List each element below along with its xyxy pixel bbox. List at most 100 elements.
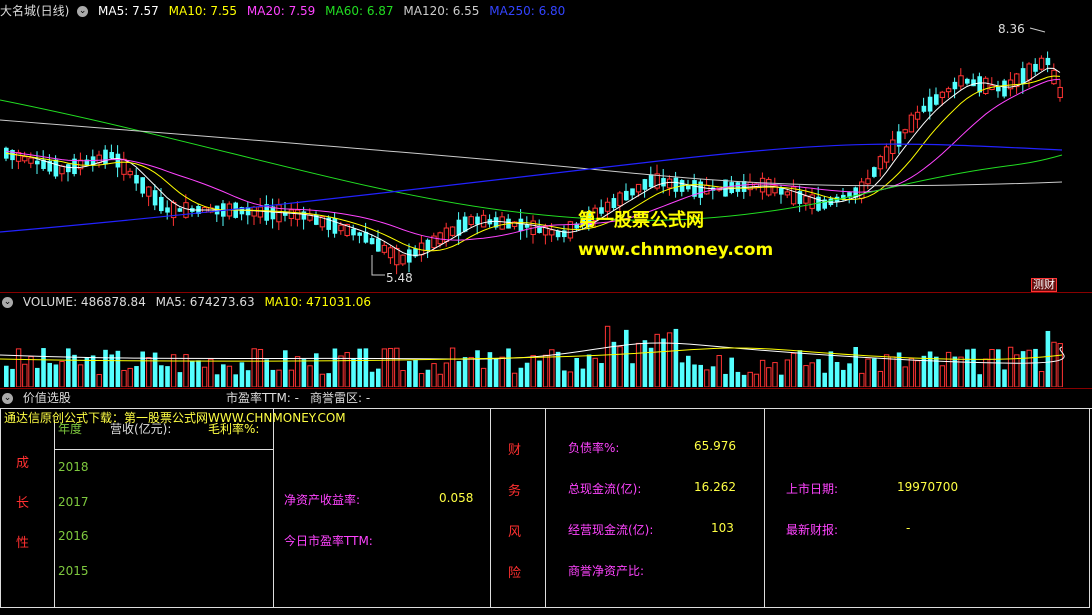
volume-bar: [208, 358, 214, 387]
growth-char: 长: [16, 496, 30, 511]
margin-column-header: 毛利率%:: [208, 422, 260, 436]
volume-bar: [177, 372, 183, 387]
collapse-icon[interactable]: ⌄: [77, 6, 89, 17]
volume-bar: [952, 356, 958, 387]
volume-bar: [580, 368, 586, 387]
volume-bar: [562, 370, 567, 387]
volume-bar: [989, 349, 995, 387]
volume-bar: [524, 362, 530, 387]
candle-body: [927, 96, 933, 112]
volume-bar: [635, 342, 642, 387]
candle-body: [624, 190, 629, 201]
ma250-readout: MA250: 6.80: [489, 4, 566, 18]
finance-badge[interactable]: 测财: [1031, 278, 1057, 292]
collapse-icon[interactable]: ⌄: [2, 297, 13, 308]
volume-bar: [109, 354, 114, 387]
volume-bar: [96, 374, 102, 387]
candle-body: [803, 195, 809, 204]
volume-bar: [747, 371, 753, 387]
volume-bar: [165, 366, 170, 387]
year-2015: 2015: [58, 564, 89, 578]
volume-bar: [226, 365, 233, 387]
candle-body: [165, 207, 170, 213]
volume-bar: [729, 357, 734, 387]
candle-body: [53, 159, 59, 177]
volume-bar: [828, 351, 834, 387]
volume-bar: [480, 367, 487, 387]
volume-bar: [443, 362, 450, 387]
volume-bar: [902, 366, 908, 387]
vol-ma10-readout: MA10: 471031.06: [264, 295, 372, 309]
volume-bar: [418, 373, 425, 387]
candle-body: [666, 178, 673, 189]
candlestick-chart[interactable]: [0, 20, 1092, 292]
volume-bar: [394, 347, 400, 387]
volume-bar: [666, 332, 673, 387]
table-border: [545, 408, 546, 608]
high-price-label: 8.36: [998, 22, 1025, 36]
candle-body: [779, 188, 784, 195]
volume-bar: [183, 354, 189, 387]
candle-body: [357, 232, 362, 236]
volume-bar: [914, 360, 921, 387]
volume-bar: [586, 354, 592, 387]
volume-bar: [567, 371, 574, 387]
volume-bar: [741, 374, 747, 387]
candle-body: [35, 160, 40, 165]
volume-bar: [387, 347, 394, 387]
volume-bar: [431, 363, 437, 387]
volume-bar: [493, 358, 499, 387]
volume-bar: [462, 357, 468, 387]
volume-bar: [784, 359, 791, 387]
debt-ratio-value: 65.976: [694, 439, 736, 453]
volume-bar: [803, 365, 809, 387]
volume-bar: [276, 369, 282, 387]
candle-body: [276, 204, 282, 223]
candle-body: [971, 79, 976, 87]
volume-chart[interactable]: [0, 311, 1092, 387]
volume-bar: [599, 363, 604, 387]
volume-bar: [872, 358, 877, 387]
volume-bar: [437, 373, 443, 387]
candle-body: [499, 216, 505, 230]
volume-bar: [927, 351, 933, 387]
volume-bar: [908, 357, 915, 387]
candle-body: [642, 179, 648, 190]
op-cash-value: 103: [711, 521, 734, 535]
volume-bar: [710, 366, 716, 387]
volume-bar: [977, 374, 982, 387]
candle-body: [741, 181, 747, 192]
volume-bar: [1002, 369, 1007, 387]
year-2017: 2017: [58, 495, 89, 509]
candle-body: [134, 174, 139, 184]
candle-body: [872, 167, 877, 177]
value-header: ⌄ 价值选股: [0, 389, 77, 407]
volume-bar: [201, 366, 208, 387]
candle-body: [338, 224, 344, 232]
latest-report-label: 最新财报:: [786, 523, 839, 537]
candle-body: [958, 75, 964, 87]
candle-body: [1057, 86, 1063, 99]
candle-body: [518, 218, 524, 232]
low-price-label: 5.48: [386, 271, 413, 285]
volume-bar: [1014, 354, 1020, 387]
candle-body: [425, 239, 431, 251]
candle-body: [152, 190, 158, 206]
volume-bar: [865, 358, 871, 387]
volume-bar: [642, 340, 648, 387]
volume-bar: [692, 364, 697, 387]
collapse-icon[interactable]: ⌄: [2, 393, 13, 404]
candle-body: [270, 206, 276, 220]
table-border: [0, 408, 1, 608]
source-line: 通达信原创公式下载：第一股票公式网WWW.CHNMONEY.COM: [4, 411, 346, 425]
volume-bar: [716, 355, 722, 387]
op-cash-label: 经营现金流(亿):: [568, 523, 654, 537]
volume-bar: [134, 366, 139, 387]
candle-body: [140, 177, 145, 194]
listing-date-value: 19970700: [897, 480, 959, 494]
ma10-readout: MA10: 7.55: [168, 4, 238, 18]
risk-char: 风: [508, 525, 522, 540]
stock-title: 大名城(日线): [0, 4, 70, 18]
candle-body: [630, 188, 635, 196]
today-pe-label: 今日市盈率TTM:: [284, 534, 373, 548]
